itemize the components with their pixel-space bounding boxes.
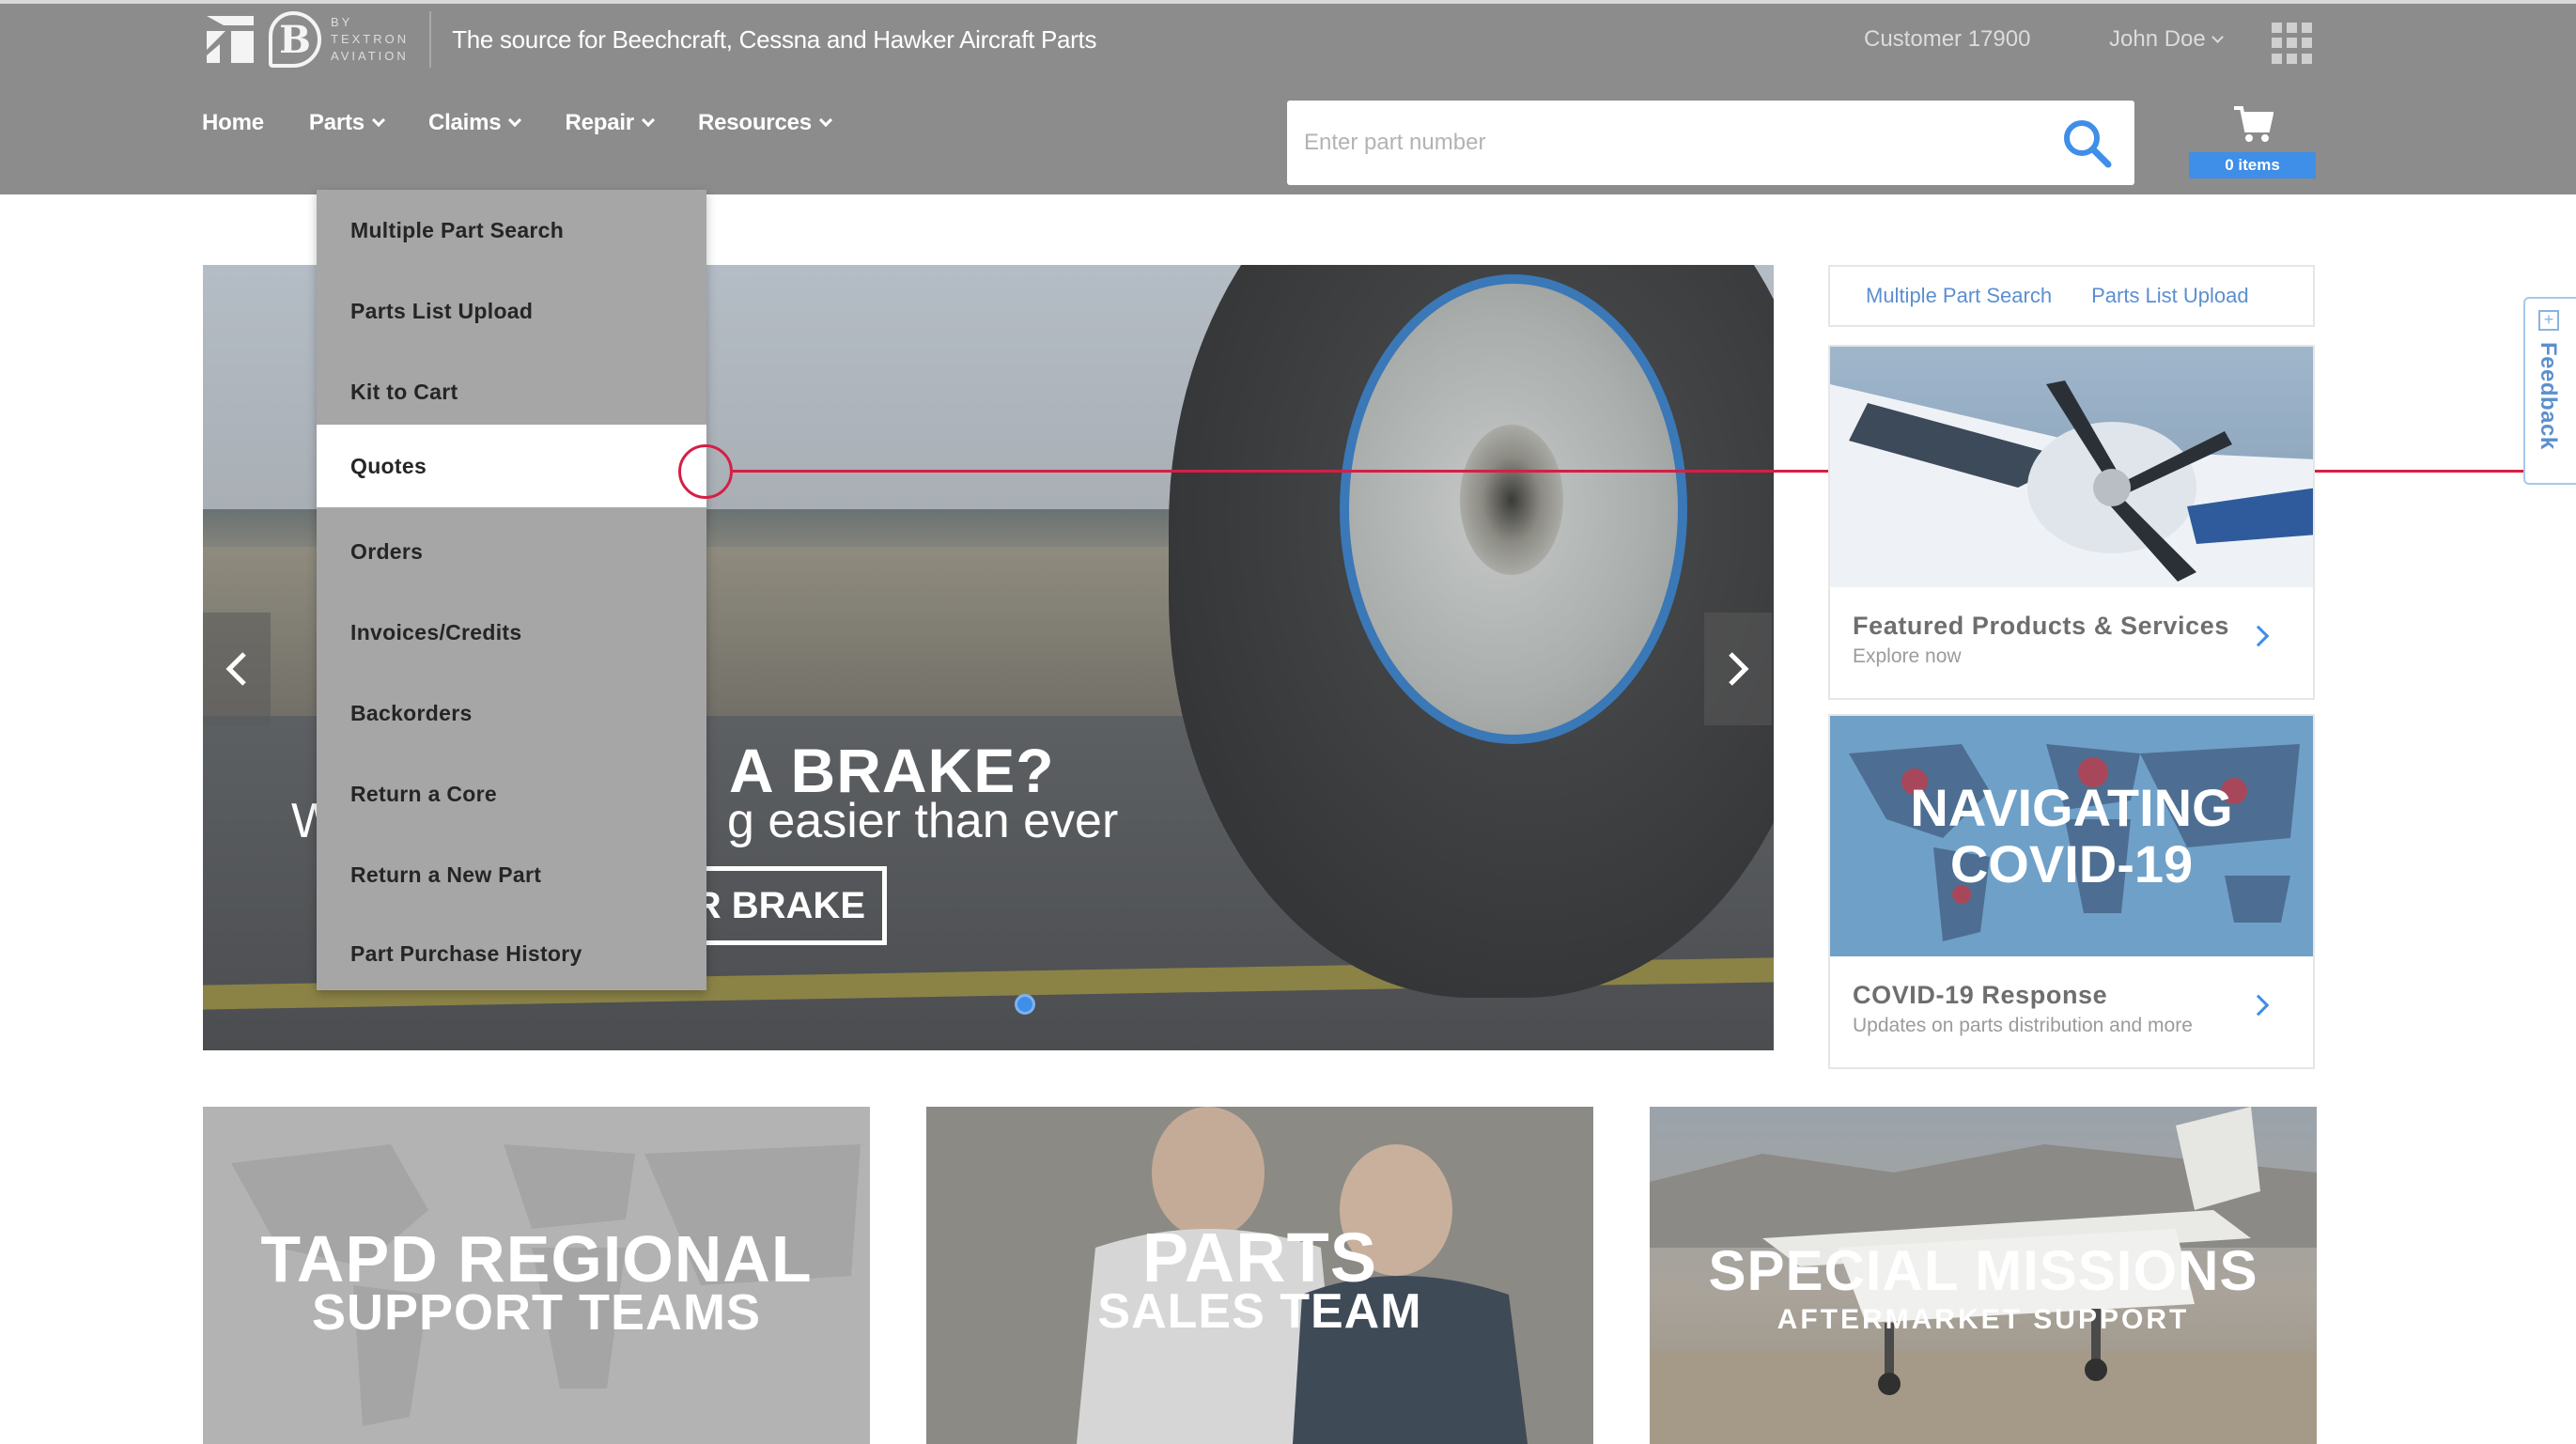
nav-item-resources[interactable]: Resources — [697, 110, 832, 136]
covid-image-text-line: NAVIGATING — [1910, 778, 2233, 837]
user-name: John Doe — [2109, 26, 2206, 52]
nav-label: Claims — [427, 110, 502, 135]
feedback-label: Feedback — [2536, 342, 2561, 450]
tile-subtitle: SALES TEAM — [1097, 1284, 1422, 1339]
menu-item-kit-to-cart[interactable]: Kit to Cart — [317, 351, 706, 432]
brand-by-text: BY TEXTRON AVIATION — [331, 14, 409, 65]
textron-logo-icon — [207, 16, 254, 63]
chevron-right-icon — [2247, 625, 2270, 647]
cart-button[interactable]: 0 items — [2189, 104, 2316, 179]
menu-item-multiple-part-search[interactable]: Multiple Part Search — [317, 190, 706, 271]
brand-by-line: BY — [331, 15, 353, 29]
tile-tapd-regional[interactable]: TAPD REGIONAL SUPPORT TEAMS — [203, 1107, 870, 1444]
tile-special-missions[interactable]: SPECIAL MISSIONS AFTERMARKET SUPPORT — [1650, 1107, 2317, 1444]
chevron-down-icon — [508, 113, 522, 128]
quick-link-multiple-part-search[interactable]: Multiple Part Search — [1866, 284, 2052, 308]
world-map-image: NAVIGATING COVID-19 — [1830, 716, 2313, 956]
airplane-image — [1830, 347, 2313, 587]
chevron-right-icon — [2247, 994, 2270, 1017]
featured-products-card[interactable]: Featured Products & Services Explore now — [1828, 345, 2315, 700]
card-subtitle: Updates on parts distribution and more — [1853, 1015, 2193, 1036]
covid-image-text: NAVIGATING COVID-19 — [1830, 780, 2313, 893]
carousel-prev-button[interactable] — [203, 613, 271, 725]
part-search-box — [1287, 101, 2134, 185]
quick-links: Multiple Part Search Parts List Upload — [1828, 265, 2315, 327]
card-title: Featured Products & Services — [1853, 612, 2229, 640]
nav-item-home[interactable]: Home — [202, 110, 264, 136]
site-tagline: The source for Beechcraft, Cessna and Ha… — [452, 24, 1097, 54]
covid-response-card[interactable]: NAVIGATING COVID-19 COVID-19 Response Upd… — [1828, 714, 2315, 1069]
plus-icon: + — [2538, 310, 2559, 331]
cart-icon — [2234, 106, 2273, 142]
airplane-propeller-image — [1830, 380, 2313, 587]
covid-image-text-line: COVID-19 — [1949, 834, 2194, 893]
quick-link-parts-list-upload[interactable]: Parts List Upload — [2091, 284, 2249, 308]
highlight-circle — [678, 444, 733, 499]
search-icon[interactable] — [2061, 117, 2112, 168]
nav-item-parts[interactable]: Parts — [308, 110, 386, 136]
carousel-dot[interactable] — [1015, 994, 1035, 1015]
beechcraft-logo-icon: B — [269, 11, 321, 68]
menu-item-orders[interactable]: Orders — [317, 511, 706, 592]
menu-item-parts-list-upload[interactable]: Parts List Upload — [317, 271, 706, 351]
app-grid-icon[interactable] — [2272, 23, 2313, 64]
nav-label: Resources — [697, 110, 812, 135]
part-number-input[interactable] — [1304, 121, 2018, 164]
menu-item-invoices-credits[interactable]: Invoices/Credits — [317, 592, 706, 673]
top-bar: B BY TEXTRON AVIATION The source for Bee… — [0, 0, 2576, 85]
brand-by-line: AVIATION — [331, 49, 409, 63]
menu-item-backorders[interactable]: Backorders — [317, 673, 706, 753]
carousel-next-button[interactable] — [1704, 613, 1772, 725]
chevron-left-icon — [225, 652, 246, 686]
chevron-down-icon — [818, 113, 832, 128]
nav-label: Parts — [308, 110, 365, 135]
card-subtitle: Explore now — [1853, 645, 1962, 667]
card-title: COVID-19 Response — [1853, 981, 2108, 1009]
menu-item-quotes[interactable]: Quotes — [317, 425, 706, 507]
user-menu[interactable]: John Doe — [2109, 26, 2224, 53]
tile-title: SPECIAL MISSIONS — [1708, 1239, 2258, 1302]
wheel-hub-image — [1460, 425, 1563, 575]
nav-label: Home — [202, 110, 264, 135]
main-nav: Home Parts Claims Repair Resources — [202, 110, 876, 136]
chevron-right-icon — [1729, 652, 1749, 686]
nav-label: Repair — [565, 110, 634, 135]
nav-item-claims[interactable]: Claims — [427, 110, 522, 136]
tile-subtitle: AFTERMARKET SUPPORT — [1777, 1304, 2190, 1335]
chevron-down-icon — [371, 113, 386, 128]
chevron-down-icon — [641, 113, 656, 128]
brand-logo[interactable]: B BY TEXTRON AVIATION The source for Bee… — [203, 9, 1096, 70]
brand-by-line: TEXTRON — [331, 32, 410, 46]
feedback-tab[interactable]: + Feedback — [2523, 297, 2576, 485]
main-navbar: Home Parts Claims Repair Resources 0 ite… — [0, 85, 2576, 194]
menu-item-part-purchase-history[interactable]: Part Purchase History — [317, 913, 706, 994]
hero-subline: g easier than ever — [727, 794, 1119, 848]
menu-item-return-a-new-part[interactable]: Return a New Part — [317, 834, 706, 915]
parts-dropdown-menu: Multiple Part Search Parts List Upload K… — [317, 190, 706, 990]
tile-parts-sales-team[interactable]: PARTS SALES TEAM — [926, 1107, 1593, 1444]
customer-number: Customer 17900 — [1864, 26, 2031, 52]
menu-item-return-a-core[interactable]: Return a Core — [317, 753, 706, 834]
chevron-down-icon — [2211, 30, 2224, 43]
brand-divider — [429, 11, 432, 68]
cart-count-badge: 0 items — [2189, 152, 2316, 179]
nav-item-repair[interactable]: Repair — [565, 110, 656, 136]
tile-subtitle: SUPPORT TEAMS — [311, 1284, 762, 1341]
